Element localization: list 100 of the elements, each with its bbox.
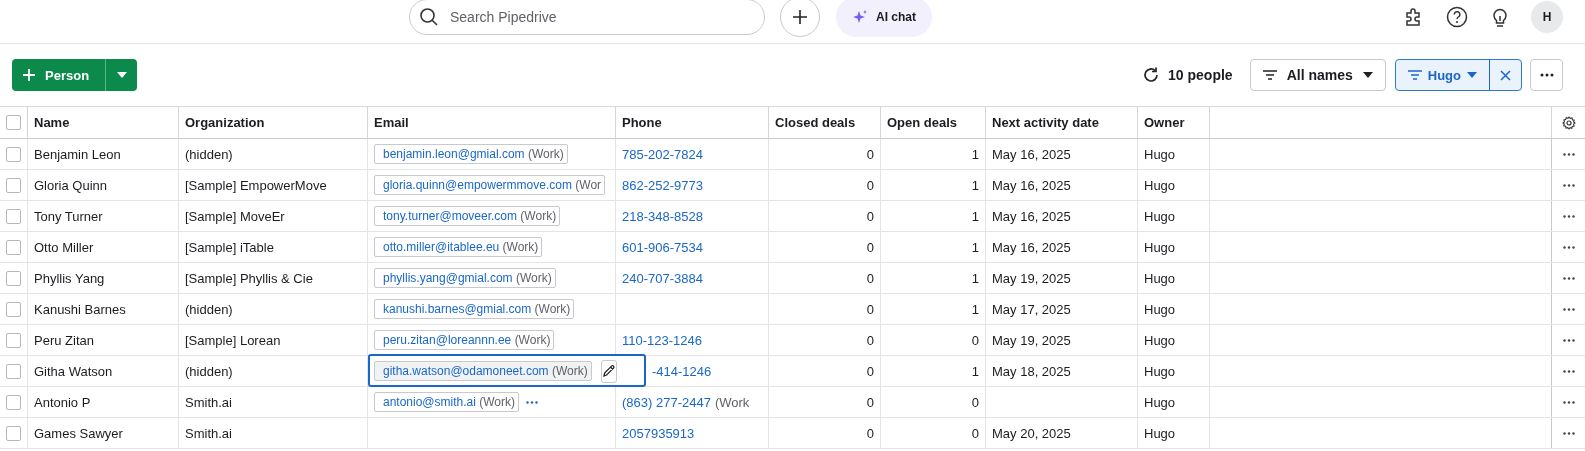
email-chip[interactable]: otto.miller@itablee.eu (Work) (374, 237, 543, 257)
filter-icon (1407, 70, 1422, 80)
column-header[interactable]: Phone (622, 115, 662, 130)
person-name[interactable]: Kanushi Barnes (34, 301, 126, 317)
activity-date: May 16, 2025 (992, 146, 1071, 162)
phone-link[interactable]: 601-906-7534 (622, 239, 703, 255)
add-button[interactable] (780, 0, 820, 37)
phone-link[interactable]: 240-707-3884 (622, 270, 703, 286)
add-person-button[interactable]: Person (12, 59, 106, 91)
dropdown-button[interactable] (105, 59, 138, 91)
ai-chat-button[interactable]: AI chat (836, 0, 932, 37)
column-header[interactable]: Owner (1144, 115, 1185, 130)
row-checkbox[interactable] (6, 394, 21, 410)
row-actions-icon[interactable] (1562, 214, 1575, 218)
person-name[interactable]: Antonio P (34, 394, 91, 410)
email-chip[interactable]: peru.zitan@loreannn.ee (Work) (374, 330, 555, 350)
person-name[interactable]: Otto Miller (34, 239, 94, 255)
caret-icon (1467, 72, 1477, 78)
name-filter-dropdown[interactable]: All names (1249, 59, 1386, 91)
row-actions-icon[interactable] (1562, 245, 1575, 249)
phone-link[interactable]: 110-123-1246 (622, 332, 702, 348)
row-checkbox[interactable] (6, 270, 21, 286)
person-name[interactable]: Tony Turner (34, 208, 103, 224)
row-actions-icon[interactable] (1562, 338, 1575, 342)
row-actions-icon[interactable] (1562, 400, 1575, 404)
closed-deals-count: 0 (866, 425, 874, 441)
email-chip[interactable]: kanushi.barnes@gmial.com (Work) (374, 299, 575, 319)
phone-link[interactable]: 2057935913 (622, 425, 695, 441)
email-chip[interactable]: phyllis.yang@gmial.com (Work) (374, 268, 556, 288)
more-emails-icon[interactable] (526, 400, 539, 404)
row-checkbox[interactable] (6, 177, 21, 193)
organization-name: Smith.ai (185, 394, 232, 410)
owner-name: Hugo (1144, 394, 1176, 410)
row-checkbox[interactable] (6, 332, 21, 348)
pencil-icon (601, 364, 616, 378)
closed-deals-count: 0 (866, 239, 874, 255)
email-chip[interactable]: gloria.quinn@empowermmove.com (Wor (374, 175, 606, 195)
open-deals-count: 1 (971, 177, 979, 193)
user-avatar[interactable]: H (1531, 0, 1563, 33)
phone-link[interactable]: -414-1246 (652, 363, 712, 379)
row-actions-icon[interactable] (1562, 183, 1575, 187)
phone-link[interactable]: 785-202-7824 (622, 146, 703, 162)
person-name[interactable]: Gloria Quinn (34, 177, 107, 193)
phone-link[interactable]: 862-252-9773 (622, 177, 703, 193)
caret-icon (1362, 72, 1373, 78)
closed-deals-count: 0 (866, 177, 874, 193)
person-name[interactable]: Phyllis Yang (34, 270, 105, 286)
refresh-icon[interactable] (1142, 66, 1161, 84)
help-icon[interactable] (1446, 5, 1468, 28)
close-icon (1500, 69, 1511, 81)
email-chip[interactable]: antonio@smith.ai (Work) (374, 392, 520, 412)
person-name[interactable]: Peru Zitan (34, 332, 94, 348)
organization-name: Smith.ai (185, 425, 232, 441)
organization-name: [Sample] Lorean (185, 332, 281, 348)
person-name[interactable]: Benjamin Leon (34, 146, 121, 162)
column-header[interactable]: Name (34, 115, 70, 130)
person-name[interactable]: Githa Watson (34, 363, 113, 379)
organization-name: [Sample] MoveEr (185, 208, 285, 224)
column-header[interactable]: Open deals (887, 115, 958, 130)
activity-date: May 18, 2025 (992, 363, 1071, 379)
open-deals-count: 1 (971, 270, 979, 286)
email-chip[interactable]: tony.turner@moveer.com (Work) (374, 206, 561, 226)
row-checkbox[interactable] (6, 208, 21, 224)
phone-link[interactable]: 218-348-8528 (622, 208, 703, 224)
column-header[interactable]: Next activity date (992, 115, 1099, 130)
row-checkbox[interactable] (6, 425, 21, 441)
open-deals-count: 0 (971, 425, 979, 441)
row-checkbox[interactable] (6, 363, 21, 379)
email-chip[interactable]: benjamin.leon@gmial.com (Work) (374, 144, 568, 164)
owner-name: Hugo (1144, 177, 1176, 193)
open-deals-count: 1 (971, 146, 979, 162)
more-icon (1539, 73, 1554, 77)
activity-date: May 20, 2025 (992, 425, 1071, 441)
organization-name: (hidden) (185, 146, 233, 162)
search-field[interactable]: Search Pipedrive (409, 0, 765, 35)
owner-name: Hugo (1144, 208, 1176, 224)
row-actions-icon[interactable] (1562, 369, 1575, 373)
closed-deals-count: 0 (866, 394, 874, 410)
row-checkbox[interactable] (6, 239, 21, 255)
open-deals-count: 0 (971, 394, 979, 410)
row-actions-icon[interactable] (1562, 152, 1575, 156)
organization-name: (hidden) (185, 301, 233, 317)
phone-link[interactable]: (863) 277-2447 (622, 394, 711, 410)
row-actions-icon[interactable] (1562, 307, 1575, 311)
settings-icon[interactable] (1561, 115, 1576, 130)
owner-name: Hugo (1144, 332, 1176, 348)
person-name[interactable]: Games Sawyer (34, 425, 123, 441)
column-header[interactable]: Organization (185, 115, 265, 130)
activity-date: May 19, 2025 (992, 332, 1071, 348)
owner-name: Hugo (1144, 146, 1176, 162)
email-chip[interactable]: githa.watson@odamoneet.com (Work) (374, 361, 592, 381)
closed-deals-count: 0 (866, 301, 874, 317)
column-header[interactable]: Email (374, 115, 409, 130)
row-checkbox[interactable] (6, 146, 21, 162)
row-checkbox[interactable] (6, 301, 21, 317)
row-actions-icon[interactable] (1562, 431, 1575, 435)
column-header[interactable]: Closed deals (775, 115, 856, 130)
row-actions-icon[interactable] (1562, 276, 1575, 280)
select-all-checkbox[interactable] (6, 115, 21, 130)
organization-name: [Sample] Phyllis & Cie (185, 270, 313, 286)
